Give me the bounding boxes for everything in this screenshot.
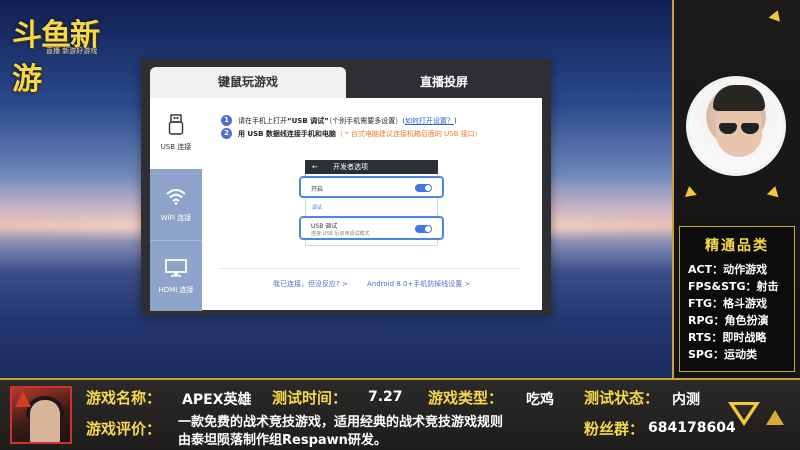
test-status-label: 测试状态： (584, 389, 660, 407)
game-name-label: 游戏名称： (86, 389, 162, 407)
usb-icon (168, 114, 184, 135)
apex-logo-icon (15, 391, 31, 407)
category-panel: 精通品类 ACT：动作游戏 FPS&STG：射击 FTG：格斗游戏 RPG：角色… (679, 226, 795, 372)
phone-header: ← 开发者选项 (305, 160, 438, 174)
step-number: 1 (221, 115, 232, 126)
triangle-icon (683, 185, 697, 197)
tab-screen-cast[interactable]: 直播投屏 (346, 67, 542, 99)
sidebar-item-usb[interactable]: USB 连接 (150, 98, 202, 169)
sidebar-item-hdmi[interactable]: HDMI 连接 (150, 240, 202, 311)
streamer-avatar (686, 76, 786, 176)
developer-options-toggle-row: 开启 (299, 176, 444, 198)
category-item: SPG：运动类 (688, 348, 758, 361)
category-item: FPS&STG：射击 (688, 280, 779, 293)
monitor-icon (165, 259, 187, 277)
android-anti-disconnect-link[interactable]: Android 8.0+手机防掉线设置 > (367, 279, 470, 289)
sidebar-item-wifi[interactable]: WiFi 连接 (150, 169, 202, 240)
triangle-icon (766, 410, 784, 425)
game-review-line2: 由泰坦陨落制作组Respawn研发。 (178, 433, 387, 448)
toggle-switch (415, 225, 432, 233)
toggle-switch (415, 184, 432, 192)
category-item: RTS：即时战略 (688, 331, 767, 344)
fan-group-label: 粉丝群： (584, 420, 645, 438)
phone-title: 开发者选项 (333, 163, 368, 171)
game-type-label: 游戏类型： (428, 389, 504, 407)
option-subtitle: 连接 USB 后启用调试模式 (311, 231, 370, 237)
category-list: ACT：动作游戏 FPS&STG：射击 FTG：格斗游戏 RPG：角色扮演 RT… (688, 261, 794, 363)
sidebar-item-label: HDMI 连接 (158, 286, 194, 294)
fan-group-value: 684178604 (648, 420, 736, 436)
game-name-value: APEX英雄 (182, 392, 252, 408)
test-time-value: 7.27 (368, 389, 403, 405)
step-1-text: 请在手机上打开“USB 调试”（个别手机需要多设置）(如何打开设置？) (238, 117, 457, 125)
connected-no-response-link[interactable]: 我已连接，但没反应? > (273, 279, 348, 289)
douyu-logo: 斗鱼新游 直播 新游好游戏 (6, 4, 124, 97)
test-time-label: 测试时间： (272, 389, 348, 407)
game-review-line1: 一款免费的战术竞技游戏，适用经典的战术竞技游戏规则 (178, 415, 504, 430)
test-status-value: 内测 (672, 392, 700, 408)
category-item: RPG：角色扮演 (688, 314, 769, 327)
usb-debug-toggle-row: USB 调试 连接 USB 后启用调试模式 (299, 216, 444, 240)
connection-sidebar: USB 连接 WiFi 连接 HDMI 连接 (150, 98, 202, 311)
wifi-icon (166, 189, 186, 205)
step-number: 2 (221, 128, 232, 139)
game-review-label: 游戏评价： (86, 420, 162, 438)
how-to-enable-link[interactable]: 如何打开设置？ (405, 117, 454, 125)
sidebar-item-label: USB 连接 (160, 143, 192, 151)
game-cover-image (10, 386, 72, 444)
tab-keyboard-mouse[interactable]: 键鼠玩游戏 (150, 67, 346, 99)
section-label: 调试 (312, 205, 323, 211)
sidebar-item-label: WiFi 连接 (160, 214, 192, 222)
option-title: USB 调试 (311, 223, 338, 230)
game-type-value: 吃鸡 (526, 392, 554, 408)
logo-subtitle: 直播 新游好游戏 (46, 47, 98, 55)
back-arrow-icon: ← (312, 163, 318, 171)
category-item: FTG：格斗游戏 (688, 297, 768, 310)
divider (220, 268, 520, 269)
category-item: ACT：动作游戏 (688, 263, 768, 276)
category-title: 精通品类 (705, 238, 769, 254)
step-2-text: 用 USB 数据线连接手机和电脑（ * 台式电脑建议连接机箱后面的 USB 接口… (238, 130, 482, 138)
option-title: 开启 (311, 186, 324, 193)
